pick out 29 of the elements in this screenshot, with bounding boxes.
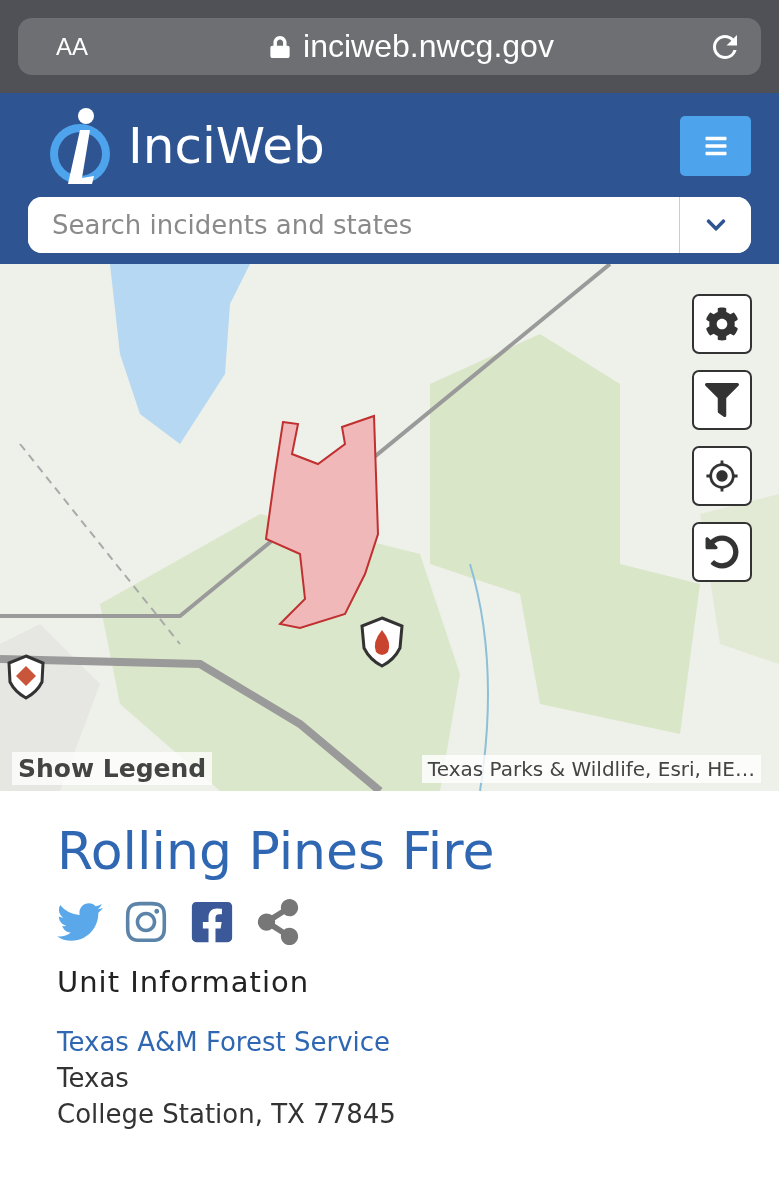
undo-icon (705, 535, 739, 569)
address-bar[interactable]: AA inciweb.nwcg.gov (18, 18, 761, 75)
lock-icon (269, 35, 292, 58)
show-legend-button[interactable]: Show Legend (12, 752, 213, 785)
url-text: inciweb.nwcg.gov (303, 28, 554, 65)
map-attribution: Texas Parks & Wildlife, Esri, HE… (421, 755, 761, 783)
incident-title: Rolling Pines Fire (57, 821, 496, 881)
dropdown-button[interactable] (679, 197, 751, 253)
diamond-marker-icon[interactable] (6, 654, 46, 700)
crosshair-icon (705, 459, 739, 493)
menu-icon (703, 134, 728, 158)
facebook-icon[interactable] (189, 899, 235, 945)
unit-link[interactable]: Texas A&M Forest Service (57, 1027, 759, 1057)
settings-button[interactable] (692, 294, 752, 354)
back-button[interactable] (692, 522, 752, 582)
filter-icon (705, 383, 739, 417)
site-name: InciWeb (128, 117, 325, 175)
search-field[interactable]: Search incidents and states (28, 197, 751, 253)
address-line: Texas (57, 1063, 130, 1093)
share-icon[interactable] (255, 899, 301, 945)
text-size-button[interactable]: AA (56, 32, 116, 61)
filter-button[interactable] (692, 370, 752, 430)
fire-marker-icon[interactable] (358, 616, 406, 668)
locate-button[interactable] (692, 446, 752, 506)
instagram-icon[interactable] (123, 899, 169, 945)
section-heading: Unit Information (57, 965, 311, 999)
menu-button[interactable] (680, 116, 751, 176)
address-line: College Station, TX 77845 (57, 1099, 397, 1129)
settings-icon (705, 307, 739, 341)
